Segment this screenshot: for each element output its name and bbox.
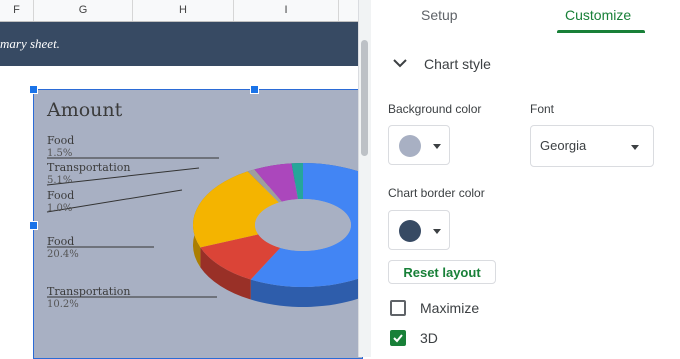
chevron-down-icon[interactable] — [391, 56, 409, 72]
slice-label-percent: 1.0% — [47, 203, 73, 214]
section-chart-style[interactable]: Chart style — [424, 56, 491, 72]
tab-setup[interactable]: Setup — [421, 7, 458, 23]
slice-label-name: Food — [47, 189, 75, 202]
maximize-label[interactable]: Maximize — [420, 300, 479, 316]
border-color-picker[interactable] — [388, 210, 450, 250]
background-color-picker[interactable] — [388, 125, 450, 165]
background-color-swatch — [399, 135, 421, 157]
slice-label-percent: 1.5% — [47, 148, 73, 159]
sheet-scrollbar[interactable] — [361, 40, 368, 156]
slice-label-name: Food — [47, 134, 75, 147]
slice-label-food-1: Food 1.5% — [47, 134, 74, 160]
column-header-h[interactable]: H — [133, 0, 234, 21]
font-value: Georgia — [540, 138, 587, 153]
banner-text: mary sheet. — [0, 36, 60, 51]
maximize-checkbox[interactable] — [390, 300, 406, 316]
header-banner[interactable]: mary sheet. — [0, 22, 358, 66]
donut-chart-svg — [46, 157, 362, 307]
resize-handle-left-middle[interactable] — [29, 221, 38, 230]
slice-label-percent: 20.4% — [47, 249, 79, 260]
resize-handle-top-left[interactable] — [29, 85, 38, 94]
slice-label-transportation-1: Transportation 5.1% — [47, 161, 130, 187]
caret-down-icon — [433, 144, 441, 149]
active-tab-indicator — [557, 30, 645, 33]
slice-label-name: Transportation — [47, 161, 131, 174]
donut-hole — [255, 199, 351, 251]
caret-down-icon — [433, 229, 441, 234]
slice-label-percent: 5.1% — [47, 175, 73, 186]
tab-customize[interactable]: Customize — [565, 7, 631, 23]
checkmark-icon — [393, 334, 403, 343]
slice-label-food-2: Food 1.0% — [47, 189, 74, 215]
border-color-swatch — [399, 220, 421, 242]
background-color-label: Background color — [388, 102, 482, 116]
column-header-row: F G H I — [0, 0, 358, 22]
font-dropdown[interactable]: Georgia — [530, 125, 654, 167]
border-color-label: Chart border color — [388, 186, 485, 200]
slice-label-transportation-2: Transportation 10.2% — [47, 285, 130, 311]
threed-label[interactable]: 3D — [420, 330, 438, 346]
chart-editor-panel: Setup Customize Chart style Background c… — [371, 0, 680, 357]
chart[interactable]: Amount Food 1.5% Transportation 5.1% Foo… — [33, 89, 363, 359]
slice-label-name: Transportation — [47, 285, 131, 298]
reset-layout-button[interactable]: Reset layout — [388, 260, 496, 284]
font-label: Font — [530, 102, 555, 116]
column-header-g[interactable]: G — [34, 0, 133, 21]
caret-down-icon — [631, 145, 639, 150]
slice-label-food-3: Food 20.4% — [47, 235, 79, 261]
column-header-f[interactable]: F — [0, 0, 34, 21]
column-header-i[interactable]: I — [234, 0, 339, 21]
slice-label-name: Food — [47, 235, 75, 248]
slice-label-percent: 10.2% — [47, 299, 79, 310]
resize-handle-top-middle[interactable] — [250, 85, 259, 94]
threed-checkbox[interactable] — [390, 330, 406, 346]
